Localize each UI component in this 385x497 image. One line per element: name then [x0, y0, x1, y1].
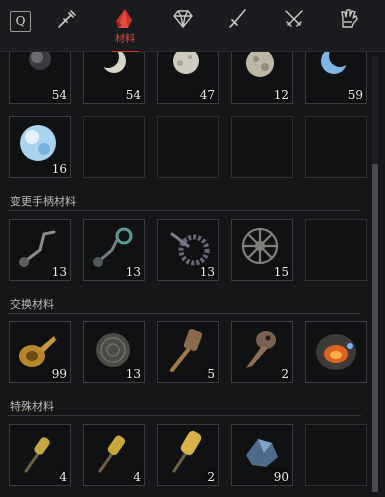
- item-slot[interactable]: 4: [83, 424, 145, 486]
- item-count: 15: [273, 265, 289, 279]
- diamond-gem-icon: [173, 10, 193, 29]
- section-divider: [8, 415, 361, 416]
- item-slot[interactable]: 12: [231, 52, 293, 104]
- item-slot[interactable]: 54: [9, 52, 71, 104]
- item-slot[interactable]: 2: [157, 424, 219, 486]
- empty-slot[interactable]: [305, 424, 367, 486]
- item-slot[interactable]: 16: [9, 116, 71, 178]
- item-count: 54: [125, 88, 141, 102]
- red-crystal-icon: [116, 9, 132, 28]
- dagger-icon: [229, 9, 246, 28]
- item-count: 12: [273, 88, 289, 102]
- item-slot[interactable]: 13: [9, 219, 71, 281]
- item-count: 13: [125, 367, 141, 381]
- item-count: 59: [347, 88, 363, 102]
- section-title-exchange-materials: 交换材料: [10, 298, 54, 311]
- item-count: 90: [273, 470, 289, 484]
- item-count: 47: [199, 88, 215, 102]
- item-count: 13: [199, 265, 215, 279]
- tab-gems[interactable]: [161, 6, 205, 50]
- tab-weapons[interactable]: [216, 6, 260, 50]
- item-slot[interactable]: 13: [83, 219, 145, 281]
- section-divider: [8, 313, 361, 314]
- tab-materials-label: 材料: [115, 34, 135, 45]
- item-count: 2: [281, 367, 289, 381]
- section-title-special-materials: 特殊材料: [10, 400, 54, 413]
- item-count: 13: [51, 265, 67, 279]
- gauntlet-icon: [341, 9, 358, 28]
- item-count: 5: [207, 367, 215, 381]
- item-slot[interactable]: 90: [231, 424, 293, 486]
- section-divider: [8, 210, 361, 211]
- item-slot[interactable]: 13: [157, 219, 219, 281]
- item-count: 99: [51, 367, 67, 381]
- syringe-icon: [58, 10, 76, 28]
- empty-slot[interactable]: [83, 116, 145, 178]
- category-tab-bar: Q 材料: [0, 0, 385, 53]
- item-count: 16: [51, 162, 67, 176]
- tab-consumables[interactable]: [45, 6, 89, 50]
- tab-materials[interactable]: 材料: [103, 6, 147, 53]
- empty-slot[interactable]: [305, 219, 367, 281]
- empty-slot[interactable]: [305, 116, 367, 178]
- item-slot[interactable]: [305, 321, 367, 383]
- item-count: 13: [125, 265, 141, 279]
- item-count: 54: [51, 88, 67, 102]
- item-slot[interactable]: 47: [157, 52, 219, 104]
- empty-slot[interactable]: [157, 116, 219, 178]
- item-slot[interactable]: 13: [83, 321, 145, 383]
- scrollbar-thumb[interactable]: [372, 164, 378, 492]
- item-slot[interactable]: 54: [83, 52, 145, 104]
- item-count: 4: [59, 470, 67, 484]
- tab-arms[interactable]: [272, 6, 316, 50]
- scrollbar-track[interactable]: [372, 56, 378, 492]
- item-slot[interactable]: 4: [9, 424, 71, 486]
- empty-slot[interactable]: [231, 116, 293, 178]
- crossed-swords-icon: [285, 10, 303, 27]
- item-slot[interactable]: 15: [231, 219, 293, 281]
- item-count: 4: [133, 470, 141, 484]
- section-title-handle-materials: 变更手柄材料: [10, 195, 76, 208]
- hotkey-q[interactable]: Q: [10, 11, 31, 32]
- item-slot[interactable]: 59: [305, 52, 367, 104]
- glowing-mechanism-icon: [316, 334, 356, 370]
- item-slot[interactable]: 99: [9, 321, 71, 383]
- materials-grid: 54 54 47 12 59 16 变更手柄材料 13 13 13 15 交换材…: [0, 52, 371, 497]
- item-slot[interactable]: 2: [231, 321, 293, 383]
- tab-armor[interactable]: [327, 6, 371, 50]
- item-slot[interactable]: 5: [157, 321, 219, 383]
- item-count: 2: [207, 470, 215, 484]
